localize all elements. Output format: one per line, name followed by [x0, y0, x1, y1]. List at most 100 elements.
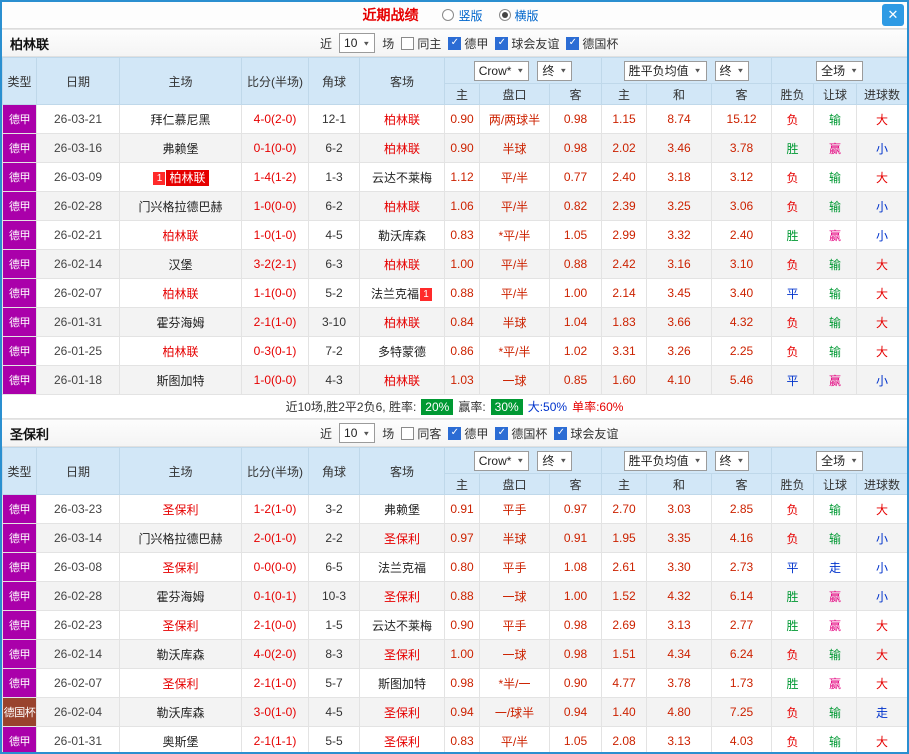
team-name: 圣保利	[383, 705, 420, 720]
corner-score: 1-3	[308, 162, 360, 192]
euro-away-odds: 4.32	[711, 307, 773, 337]
checkbox-icon	[566, 36, 580, 50]
euro-home-odds: 2.99	[601, 220, 648, 250]
checkbox-icon	[495, 36, 509, 50]
euro-odds-select[interactable]: 胜平负均值 ▼	[623, 450, 707, 471]
over-rate-text: 大:50%	[527, 400, 568, 414]
checkbox-label: 德甲	[464, 426, 489, 441]
match-row: 德甲 26-01-18 斯图加特 1-0(0-0) 4-3 柏林联 1.03 一球 0.85 1.…	[2, 365, 907, 395]
asia-away-odds: 1.05	[548, 220, 603, 250]
recent-count-select[interactable]: 10 ▼	[339, 423, 376, 443]
match-date: 26-03-23	[36, 494, 120, 524]
euro-draw-odds: 3.25	[646, 191, 713, 221]
odds-time-select[interactable]: 终 ▼	[537, 450, 573, 471]
result-wdl: 负	[771, 104, 815, 134]
team-name: 霍芬海姆	[156, 315, 205, 330]
euro-odds-select[interactable]: 胜平负均值 ▼	[623, 60, 707, 81]
filter-checkbox-league-1[interactable]: 德甲	[448, 425, 488, 442]
team-name: 圣保利	[162, 618, 199, 633]
col-header-euro-home: 主	[601, 83, 648, 105]
recent-prefix-label: 近	[320, 36, 333, 51]
match-date: 26-02-21	[36, 220, 120, 250]
result-handicap: 赢	[813, 365, 858, 395]
result-goals: 小	[856, 552, 907, 582]
league-type-badge: 德国杯	[2, 697, 37, 727]
asia-away-odds: 1.00	[548, 581, 603, 611]
odds-source-select[interactable]: Crow* ▼	[473, 60, 530, 81]
league-type-badge: 德甲	[2, 307, 37, 337]
col-header-asia-away: 客	[548, 83, 603, 105]
close-button[interactable]: ✕	[882, 4, 904, 26]
euro-time-select[interactable]: 终 ▼	[714, 450, 750, 471]
checkbox-label: 同主	[417, 36, 442, 51]
col-header-home: 主场	[119, 447, 242, 495]
chevron-down-icon: ▼	[516, 66, 525, 75]
euro-away-odds: 3.06	[711, 191, 773, 221]
match-row: 德甲 26-01-31 霍芬海姆 2-1(1-0) 3-10 柏林联 0.84 半球 1.04 1…	[2, 307, 907, 337]
select-value: Crow*	[478, 453, 512, 468]
filter-checkbox-league-2[interactable]: 德国杯	[495, 425, 547, 442]
scope-controls: 全场 ▼	[771, 447, 907, 474]
asia-home-odds: 1.00	[444, 249, 480, 279]
layout-radio-vertical[interactable]: 竖版	[442, 7, 483, 24]
asia-home-odds: 0.98	[444, 668, 480, 698]
same-home-checkbox[interactable]: 同主	[401, 35, 441, 52]
team-name: 柏林联	[162, 344, 199, 359]
result-handicap: 赢	[813, 668, 858, 698]
team-name: 圣保利	[383, 589, 420, 604]
asia-home-odds: 0.91	[444, 494, 480, 524]
league-type-badge: 德甲	[2, 162, 37, 192]
result-goals: 大	[856, 639, 907, 669]
odds-source-select[interactable]: Crow* ▼	[473, 450, 530, 471]
league-type-badge: 德甲	[2, 726, 37, 752]
asia-handicap: 平/半	[479, 278, 550, 308]
match-score: 3-2(2-1)	[241, 249, 309, 279]
match-score: 0-1(0-0)	[241, 133, 309, 163]
odds-time-select[interactable]: 终 ▼	[537, 60, 573, 81]
topbar: 近期战绩 竖版 横版 ✕	[2, 2, 907, 29]
result-goals: 小	[856, 133, 907, 163]
filter-checkbox-league-2[interactable]: 球会友谊	[495, 35, 559, 52]
result-goals: 小	[856, 523, 907, 553]
euro-away-odds: 3.12	[711, 162, 773, 192]
col-header-asia-handicap: 盘口	[479, 473, 550, 495]
asia-home-odds: 0.90	[444, 610, 480, 640]
corner-score: 7-2	[308, 336, 360, 366]
layout-radio-horizontal[interactable]: 横版	[498, 7, 539, 24]
filter-checkbox-league-3[interactable]: 球会友谊	[554, 425, 618, 442]
filter-checkbox-league-1[interactable]: 德甲	[448, 35, 488, 52]
match-score: 0-0(0-0)	[241, 552, 309, 582]
recent-count-select[interactable]: 10 ▼	[339, 33, 376, 53]
match-date: 26-03-08	[36, 552, 120, 582]
same-away-checkbox[interactable]: 同客	[401, 425, 441, 442]
asia-away-odds: 0.98	[548, 104, 603, 134]
euro-home-odds: 4.77	[601, 668, 648, 698]
result-goals: 大	[856, 726, 907, 752]
chevron-down-icon: ▼	[516, 456, 525, 465]
scope-select[interactable]: 全场 ▼	[816, 450, 864, 471]
euro-away-odds: 2.77	[711, 610, 773, 640]
result-wdl: 负	[771, 249, 815, 279]
asia-handicap: 平手	[479, 552, 550, 582]
team-name: 法兰克福	[377, 560, 426, 575]
euro-home-odds: 1.52	[601, 581, 648, 611]
chevron-down-icon: ▼	[850, 456, 859, 465]
euro-time-select[interactable]: 终 ▼	[714, 60, 750, 81]
match-date: 26-02-07	[36, 278, 120, 308]
scope-select[interactable]: 全场 ▼	[816, 60, 864, 81]
euro-home-odds: 1.15	[601, 104, 648, 134]
checkbox-icon	[495, 426, 509, 440]
result-wdl: 负	[771, 162, 815, 192]
filter-checkbox-league-3[interactable]: 德国杯	[566, 35, 618, 52]
euro-draw-odds: 3.26	[646, 336, 713, 366]
match-date: 26-01-18	[36, 365, 120, 395]
result-handicap: 输	[813, 336, 858, 366]
asia-home-odds: 0.97	[444, 523, 480, 553]
result-handicap: 赢	[813, 133, 858, 163]
euro-draw-odds: 8.74	[646, 104, 713, 134]
asia-handicap: 半球	[479, 523, 550, 553]
match-date: 26-01-25	[36, 336, 120, 366]
checkbox-icon	[554, 426, 568, 440]
asia-home-odds: 0.86	[444, 336, 480, 366]
away-team-cell: 弗赖堡	[359, 494, 445, 524]
